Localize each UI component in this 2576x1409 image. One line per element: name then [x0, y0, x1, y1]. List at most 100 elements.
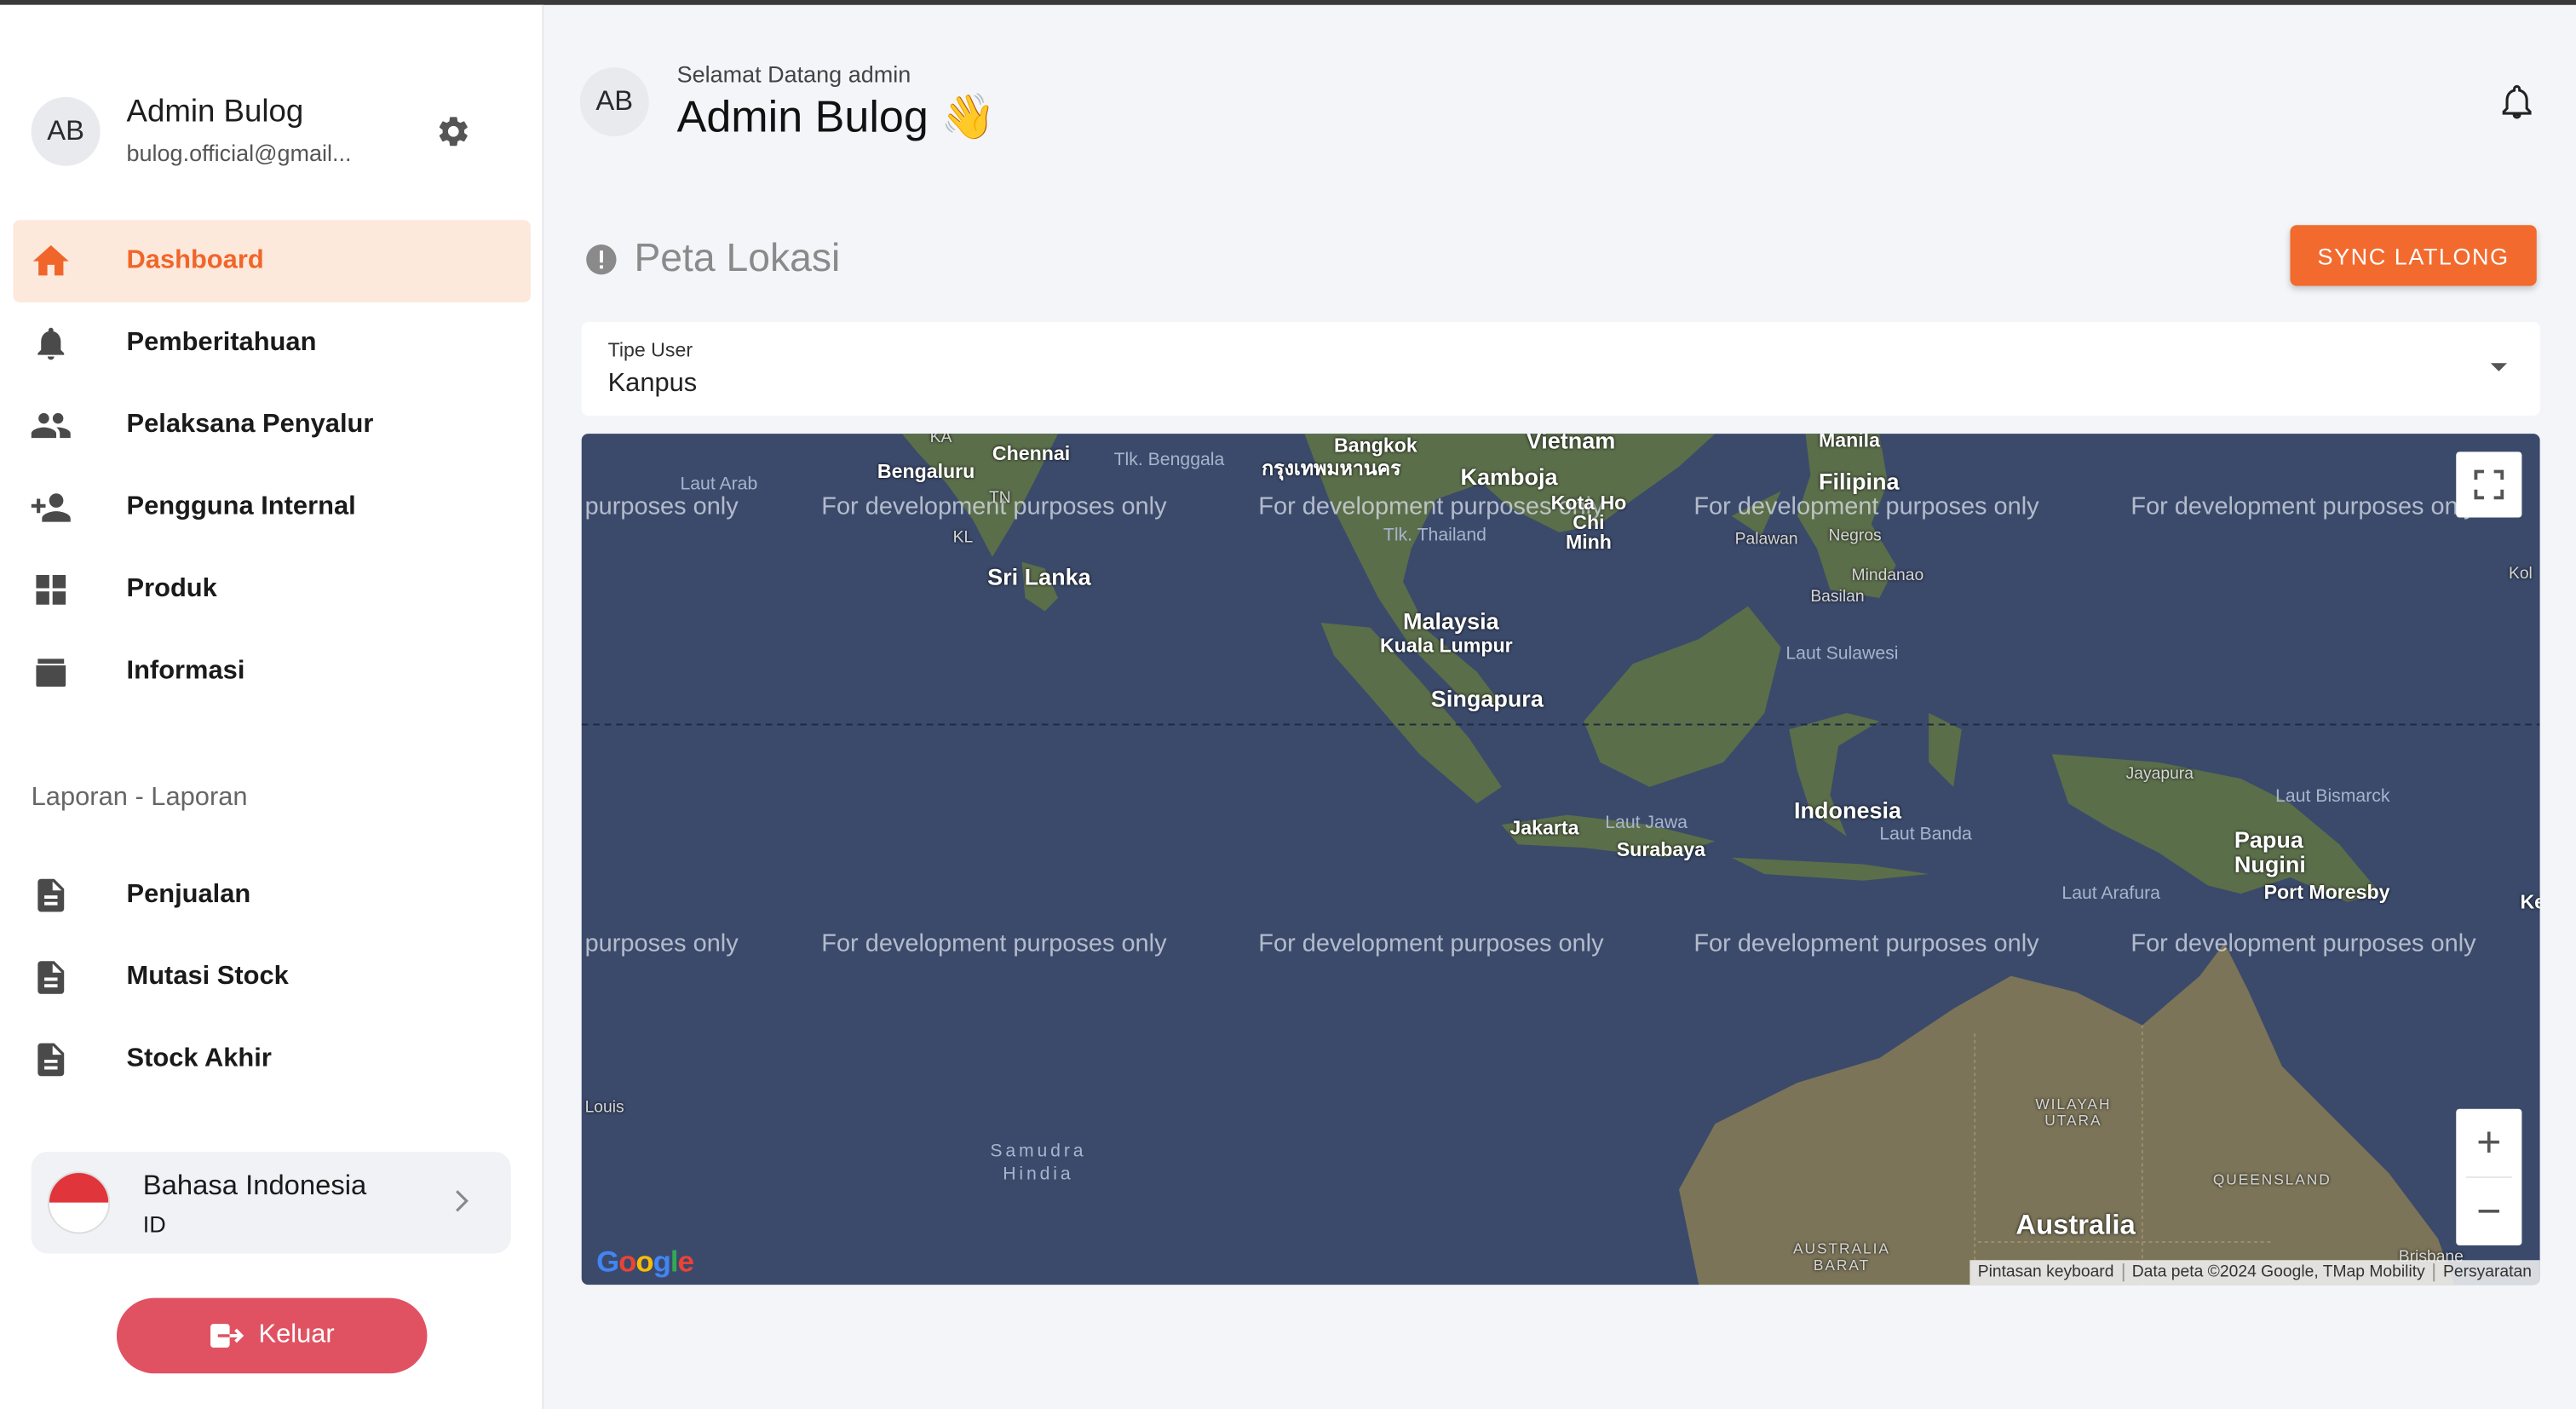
caret-down-icon — [2490, 363, 2508, 371]
chevron-right-icon — [451, 1188, 471, 1222]
home-icon — [30, 240, 72, 283]
language-selector[interactable]: Bahasa Indonesia ID — [31, 1151, 511, 1254]
map-label: Australia — [2015, 1209, 2136, 1241]
map-label: Laut Arab — [680, 474, 758, 495]
nav-label: Mutasi Stock — [126, 963, 289, 991]
archive-icon — [30, 651, 72, 693]
nav-label: Pengguna Internal — [126, 492, 356, 521]
map-label: Port Moresby — [2263, 880, 2390, 904]
welcome-text: Selamat Datang admin — [676, 60, 911, 88]
zoom-control: + − — [2456, 1108, 2522, 1245]
grid-icon — [30, 568, 72, 611]
map-label: Chennai — [992, 441, 1071, 465]
map-label: KA — [929, 434, 952, 447]
logout-label: Keluar — [258, 1320, 335, 1349]
map-label: Samudra Hindia — [990, 1142, 1087, 1185]
sidebar: AB Admin Bulog bulog.official@gmail... D… — [0, 4, 544, 1409]
map-label: KL — [952, 529, 974, 548]
map-label: Vietnam — [1526, 434, 1616, 454]
reports-section-title: Laporan - Laporan — [31, 783, 248, 812]
map-label: AUSTRALIA BARAT — [1793, 1240, 1890, 1274]
nav-item-pelaksana-penyalur[interactable]: Pelaksana Penyalur — [13, 384, 531, 466]
zoom-in-button[interactable]: + — [2456, 1109, 2521, 1176]
map-label: Laut Jawa — [1605, 813, 1688, 833]
map-label: Laut Arafura — [2061, 883, 2160, 904]
dev-watermark: For development purposes only — [1258, 929, 1604, 958]
nav-item-informasi[interactable]: Informasi — [13, 631, 531, 713]
map-attribution: Pintasan keyboard Data peta ©2024 Google… — [1969, 1260, 2540, 1285]
keyboard-shortcuts-link[interactable]: Pintasan keyboard — [1969, 1263, 2125, 1282]
user-type-select[interactable]: Tipe User Kanpus — [581, 322, 2540, 416]
map-section-header: Peta Lokasi — [584, 236, 841, 283]
dev-watermark: For development purposes only — [2130, 492, 2476, 521]
reports-nav: Penjualan Mutasi Stock Stock Akhir — [13, 854, 531, 1101]
map-label: Kota Ho Chi Minh — [1550, 491, 1627, 554]
map-label: Tlk. Benggala — [1113, 450, 1225, 470]
map-data-text: Data peta ©2024 Google, TMap Mobility — [2124, 1263, 2435, 1282]
map-label: Negros — [1828, 527, 1882, 546]
map-label: Indonesia — [1794, 797, 1902, 824]
add-person-icon — [30, 486, 72, 529]
nav-item-penjualan[interactable]: Penjualan — [13, 854, 531, 936]
nav-item-produk[interactable]: Produk — [13, 549, 531, 630]
nav-label: Informasi — [126, 657, 245, 686]
map-label: Sri Lanka — [987, 563, 1091, 590]
fullscreen-button[interactable] — [2456, 451, 2522, 518]
map-label: TN — [989, 489, 1011, 508]
document-icon — [30, 874, 72, 917]
map-label: Bengaluru — [877, 460, 975, 484]
indonesia-flag-icon — [47, 1171, 111, 1234]
profile: AB Admin Bulog bulog.official@gmail... — [31, 95, 370, 166]
map[interactable]: purposes only For development purposes o… — [581, 434, 2540, 1285]
map-label: Laut Banda — [1879, 825, 1972, 845]
select-label: Tipe User — [607, 338, 693, 362]
map-label: Manila — [1818, 434, 1880, 452]
terms-link[interactable]: Persyaratan — [2435, 1263, 2539, 1281]
map-label: Laut Sulawesi — [1785, 644, 1899, 664]
select-value: Kanpus — [607, 369, 698, 398]
header-avatar[interactable]: AB — [579, 67, 649, 137]
map-label: Kol — [2508, 565, 2533, 584]
nav-item-stock-akhir[interactable]: Stock Akhir — [13, 1019, 531, 1101]
logout-button[interactable]: Keluar — [116, 1297, 428, 1374]
section-title: Peta Lokasi — [634, 236, 841, 281]
gear-icon[interactable] — [435, 113, 471, 149]
people-icon — [30, 404, 72, 446]
map-label: กรุงเทพมหานคร — [1262, 457, 1401, 480]
sync-latlong-button[interactable]: SYNC LATLONG — [2290, 225, 2537, 286]
map-label: Kamboja — [1460, 463, 1558, 490]
dev-watermark: For development purposes only — [821, 929, 1167, 958]
map-label: Papua Nugini — [2234, 826, 2306, 877]
map-label: Laut Bismarck — [2275, 786, 2390, 807]
map-label: Malaysia — [1403, 607, 1499, 635]
map-label: QUEENSLAND — [2212, 1171, 2332, 1188]
map-label: Tlk. Thailand — [1383, 526, 1486, 546]
dev-watermark: purposes only — [584, 492, 739, 521]
map-label: Kuala Lumpur — [1380, 634, 1513, 658]
nav-item-dashboard[interactable]: Dashboard — [13, 220, 531, 302]
map-label: Basilan — [1810, 588, 1865, 607]
map-label: Surabaya — [1616, 837, 1705, 861]
nav-item-pengguna-internal[interactable]: Pengguna Internal — [13, 467, 531, 549]
main-nav: Dashboard Pemberitahuan Pelaksana Penyal… — [13, 220, 531, 713]
language-code: ID — [142, 1210, 166, 1237]
fullscreen-icon — [2474, 469, 2504, 500]
map-label: Filipina — [1818, 468, 1900, 495]
nav-item-mutasi-stock[interactable]: Mutasi Stock — [13, 936, 531, 1018]
nav-label: Pemberitahuan — [126, 328, 317, 357]
document-icon — [30, 1038, 72, 1081]
dev-watermark: purposes only — [584, 929, 739, 958]
dev-watermark: For development purposes only — [2130, 929, 2476, 958]
notification-bell-icon[interactable] — [2497, 82, 2536, 129]
profile-name: Admin Bulog — [126, 95, 304, 130]
nav-label: Stock Akhir — [126, 1044, 272, 1073]
dev-watermark: For development purposes only — [1693, 492, 2039, 521]
logout-icon — [210, 1324, 244, 1348]
map-label: WILAYAH UTARA — [2035, 1096, 2112, 1129]
zoom-out-button[interactable]: − — [2456, 1178, 2521, 1245]
map-label: Ke — [2520, 890, 2539, 914]
language-name: Bahasa Indonesia — [142, 1169, 367, 1200]
nav-label: Penjualan — [126, 880, 251, 909]
nav-item-pemberitahuan[interactable]: Pemberitahuan — [13, 302, 531, 384]
nav-label: Dashboard — [126, 246, 264, 275]
